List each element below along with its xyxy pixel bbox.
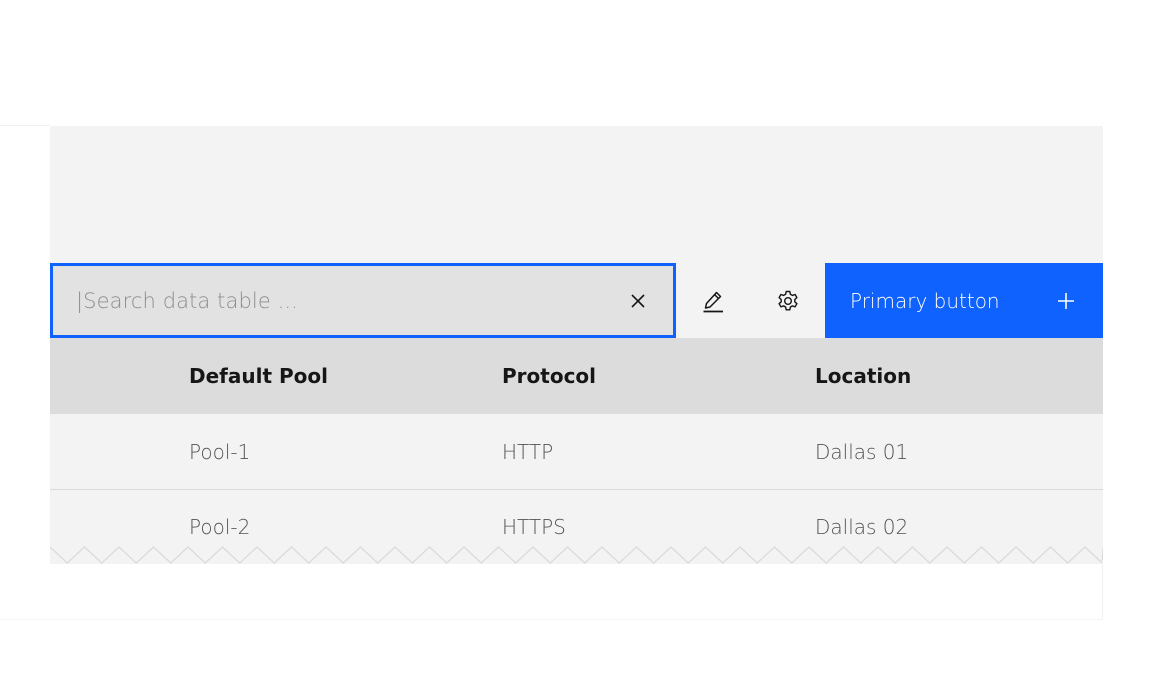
right-divider	[1102, 560, 1103, 620]
bottom-divider	[0, 619, 1103, 620]
close-icon	[631, 293, 645, 308]
table-row[interactable]: Pool-1 HTTP Dallas 01	[50, 414, 1103, 489]
column-header-location[interactable]: Location	[815, 338, 911, 414]
column-header-protocol[interactable]: Protocol	[502, 338, 596, 414]
primary-button-label: Primary button	[850, 288, 1000, 313]
cell-protocol: HTTP	[502, 439, 554, 464]
cell-default-pool: Pool-1	[189, 439, 251, 464]
add-icon	[1058, 292, 1074, 309]
data-table: Default Pool Protocol Location Pool-1 HT…	[50, 338, 1103, 564]
torn-edge-decoration	[50, 544, 1103, 565]
gear-icon	[777, 290, 798, 310]
cell-location: Dallas 01	[815, 439, 909, 464]
data-table-container: Primary button Default Pool Protocol Loc…	[50, 126, 1103, 564]
table-header-row: Default Pool Protocol Location	[50, 338, 1103, 414]
edit-button[interactable]	[675, 263, 750, 338]
table-toolbar: Primary button	[50, 263, 1103, 338]
settings-button[interactable]	[750, 263, 825, 338]
search-input[interactable]	[53, 266, 603, 335]
primary-button[interactable]: Primary button	[825, 263, 1103, 338]
column-header-default-pool[interactable]: Default Pool	[189, 338, 328, 414]
search-box	[50, 263, 676, 338]
top-divider	[0, 125, 50, 126]
edit-icon	[703, 291, 723, 312]
clear-search-button[interactable]	[603, 266, 673, 335]
